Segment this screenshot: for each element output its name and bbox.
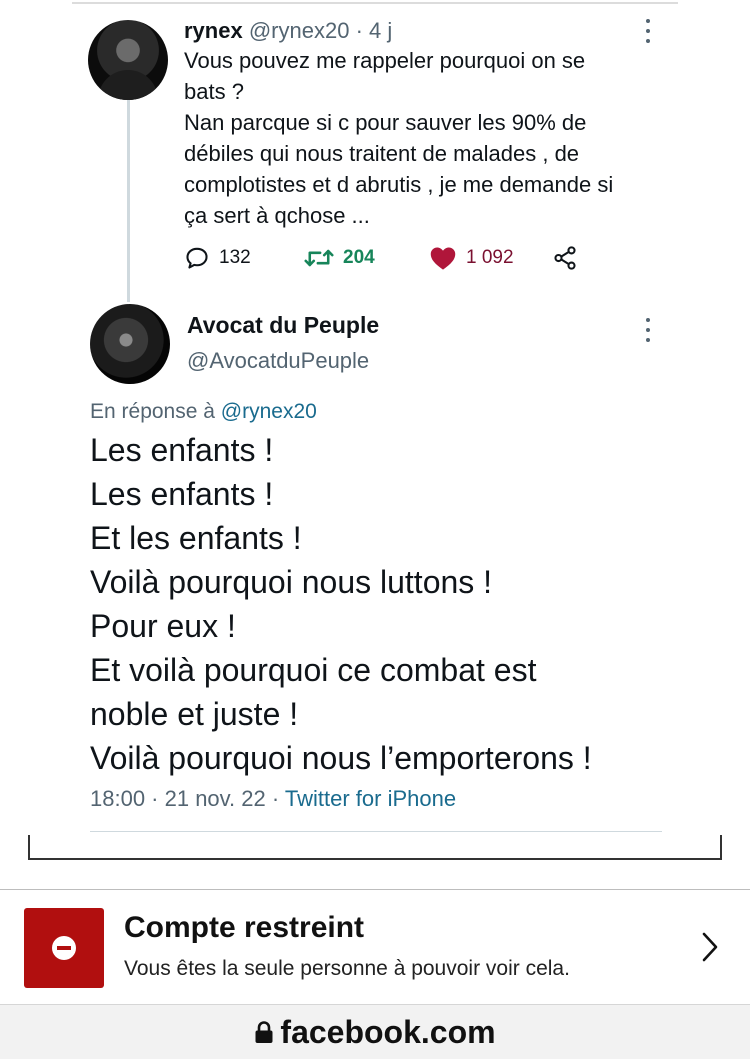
reply-prefix: En réponse à: [90, 400, 215, 423]
tweet2-line: noble et juste !: [90, 696, 299, 732]
tweet2-timestamp[interactable]: 18:00 · 21 nov. 22 ·: [90, 786, 279, 811]
reply-icon: [186, 247, 208, 269]
restricted-description: Vous êtes la seule personne à pouvoir vo…: [124, 957, 570, 980]
retweet-icon: [304, 249, 334, 267]
tweet2-meta: 18:00 · 21 nov. 22 · Twitter for iPhone: [90, 786, 456, 812]
url-text: facebook.com: [280, 1013, 496, 1050]
browser-url-bar[interactable]: facebook.com: [0, 1005, 750, 1059]
retweet-button[interactable]: 204: [304, 242, 375, 274]
avatar-rynex[interactable]: [88, 20, 168, 100]
tweet2-author-name[interactable]: Avocat du Peuple: [187, 312, 379, 339]
chevron-right-icon[interactable]: [699, 931, 721, 963]
tweet1-time[interactable]: 4 j: [369, 18, 392, 43]
tweet1-line: bats ?: [184, 79, 244, 104]
banner-divider: [0, 889, 750, 890]
top-divider: [72, 2, 678, 4]
reply-mention-link[interactable]: @rynex20: [221, 400, 317, 423]
tweet2-line: Voilà pourquoi nous luttons !: [90, 564, 493, 600]
share-button[interactable]: [552, 242, 578, 274]
tweet1-separator: ·: [355, 18, 363, 43]
like-button[interactable]: 1 092: [429, 242, 514, 274]
tweet1-line: Vous pouvez me rappeler pourquoi on se: [184, 48, 586, 73]
tweet1-line: débiles qui nous traitent de malades , d…: [184, 141, 580, 166]
tweet2-line: Voilà pourquoi nous l’emporterons !: [90, 740, 592, 776]
reply-button[interactable]: 132: [184, 242, 251, 274]
tweet1-line: Nan parcque si c pour sauver les 90% de: [184, 110, 587, 135]
tweet2-line: Et voilà pourquoi ce combat est: [90, 652, 537, 688]
tweet2-line: Les enfants !: [90, 476, 274, 512]
tweet1-line: complotistes et d abrutis , je me demand…: [184, 172, 614, 197]
tweet2-line: Pour eux !: [90, 608, 236, 644]
restricted-badge: [24, 908, 104, 988]
tweet1-text: Vous pouvez me rappeler pourquoi on se b…: [184, 45, 664, 231]
tweet2-source-link[interactable]: Twitter for iPhone: [285, 786, 456, 811]
retweet-count: 204: [343, 247, 375, 268]
tweet1-more-icon[interactable]: [643, 19, 653, 43]
thread-line: [127, 100, 130, 302]
avatar-avocat-du-peuple[interactable]: [90, 304, 170, 384]
lock-icon: [255, 1021, 273, 1043]
tweet1-header: rynex @rynex20 · 4 j: [184, 16, 392, 46]
tweet2-line: Les enfants !: [90, 432, 274, 468]
image-frame-edge: [28, 835, 722, 860]
restricted-title[interactable]: Compte restreint: [124, 911, 364, 945]
tweet2-divider: [90, 831, 662, 832]
heart-icon: [430, 247, 456, 270]
tweet2-more-icon[interactable]: [643, 318, 653, 342]
tweet1-line: ça sert à qchose ...: [184, 203, 370, 228]
tweet2-text: Les enfants ! Les enfants ! Et les enfan…: [90, 428, 690, 780]
share-icon: [554, 246, 576, 270]
tweet2-author-handle[interactable]: @AvocatduPeuple: [187, 348, 369, 374]
tweet1-author-handle[interactable]: @rynex20: [249, 18, 350, 43]
no-entry-icon: [52, 936, 76, 960]
tweet1-author-name[interactable]: rynex: [184, 18, 243, 43]
tweet2-line: Et les enfants !: [90, 520, 302, 556]
like-count: 1 092: [466, 247, 514, 268]
reply-count: 132: [219, 247, 251, 268]
reply-context: En réponse à @rynex20: [90, 400, 317, 424]
